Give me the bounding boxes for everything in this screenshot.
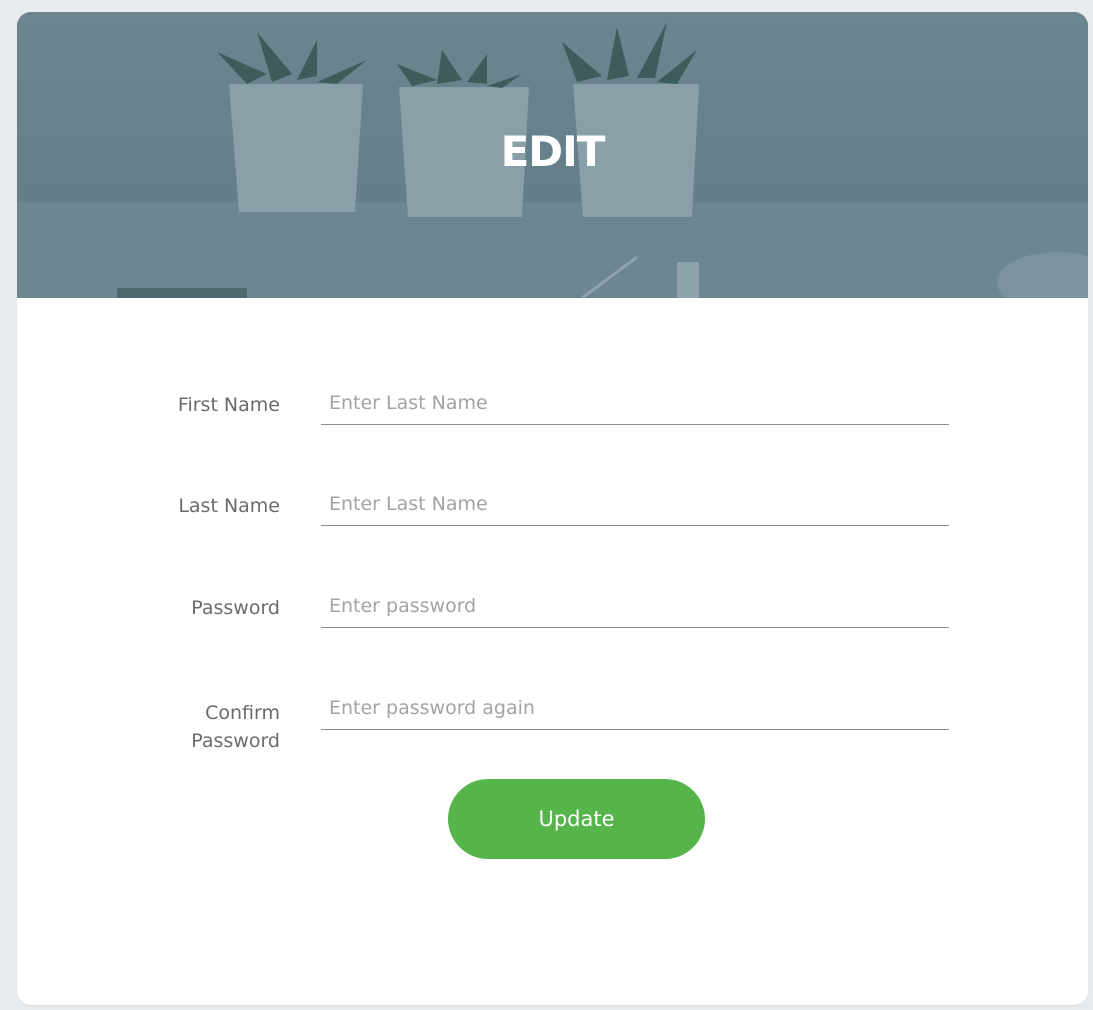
- confirm-password-label-line1: Confirm: [205, 702, 280, 724]
- last-name-input[interactable]: [321, 482, 949, 526]
- password-row: Password: [17, 583, 1088, 643]
- first-name-label: First Name: [177, 394, 280, 416]
- update-button[interactable]: Update: [448, 779, 705, 859]
- first-name-row: First Name: [17, 377, 1088, 437]
- password-label: Password: [191, 597, 280, 619]
- first-name-input[interactable]: [321, 381, 949, 425]
- confirm-password-input[interactable]: [321, 686, 949, 730]
- password-input[interactable]: [321, 584, 949, 628]
- header-banner: EDIT: [17, 12, 1088, 298]
- page-title: EDIT: [500, 127, 606, 176]
- last-name-label: Last Name: [178, 495, 280, 517]
- confirm-password-label-line2: Password: [191, 730, 280, 752]
- confirm-password-label: Confirm Password: [80, 699, 280, 755]
- confirm-password-row: Confirm Password: [17, 685, 1088, 765]
- last-name-row: Last Name: [17, 481, 1088, 541]
- edit-card: EDIT First Name Last Name Password Confi…: [17, 12, 1088, 1005]
